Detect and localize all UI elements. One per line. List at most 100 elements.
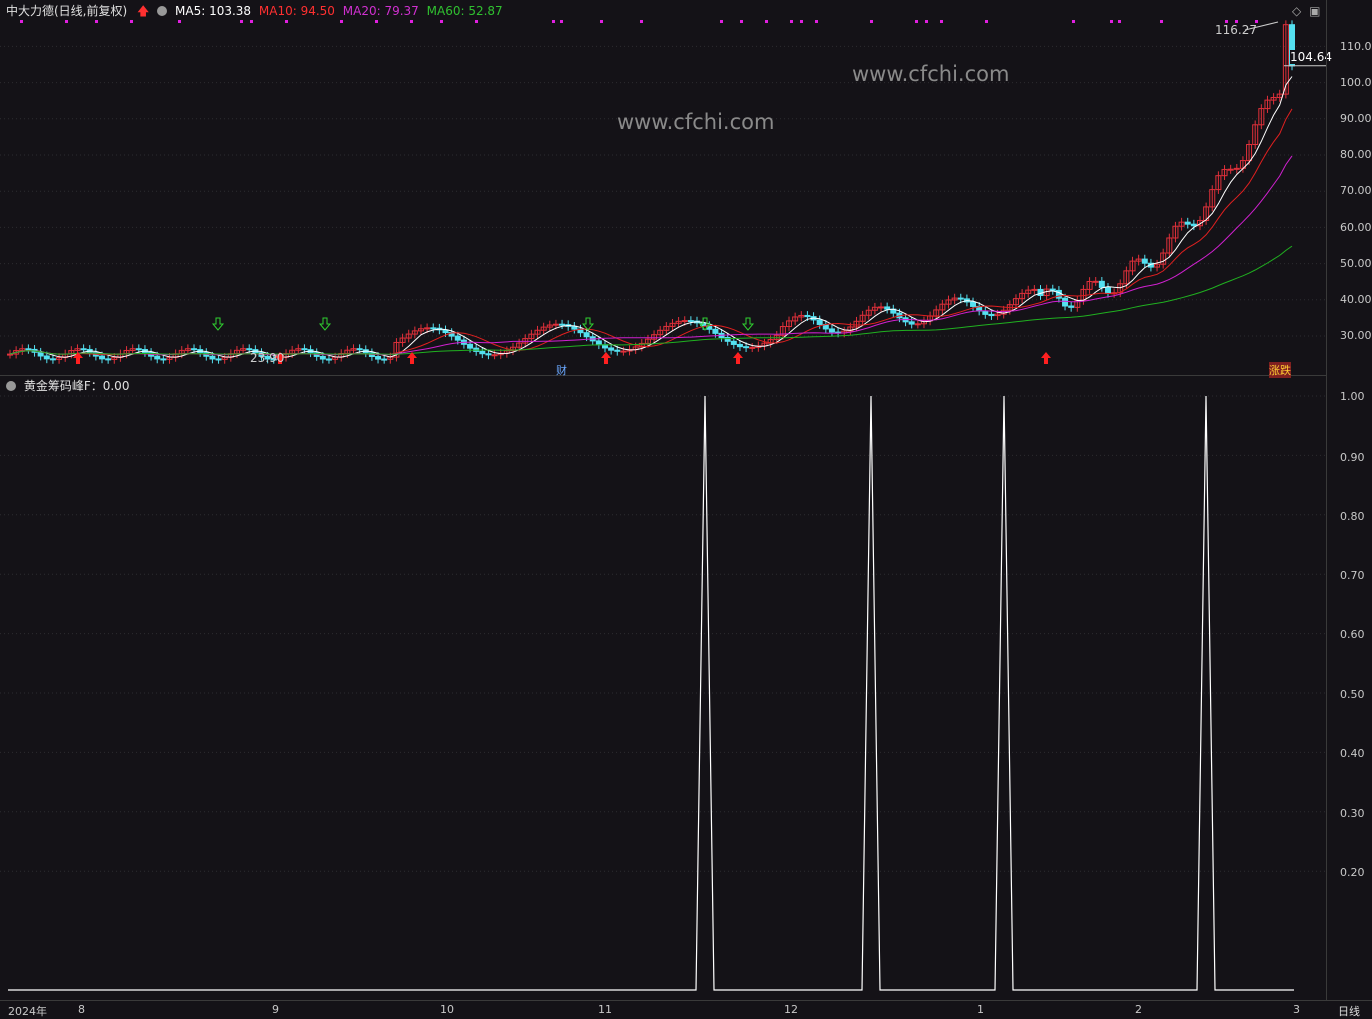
signal-dot	[940, 20, 943, 23]
price-tick: 100.0	[1340, 76, 1372, 89]
price-tick: 30.00	[1340, 329, 1372, 342]
ma60-label: MA60: 52.87	[426, 4, 503, 18]
price-tick: 80.00	[1340, 148, 1372, 161]
ma10-line	[9, 108, 1293, 356]
low-price-label: 23.90	[250, 351, 285, 365]
indicator-tick: 0.70	[1340, 569, 1365, 582]
sell-arrow-icon	[211, 317, 225, 331]
watermark: www.cfchi.com	[617, 110, 775, 134]
signal-dot	[410, 20, 413, 23]
signal-dot	[870, 20, 873, 23]
candle-body	[375, 356, 382, 360]
settings-icon[interactable]	[157, 6, 168, 16]
candle-body	[970, 301, 977, 307]
candle-body	[80, 348, 87, 351]
buy-arrow-icon	[1041, 352, 1051, 364]
candle-body	[884, 306, 891, 310]
candle-body	[209, 355, 216, 360]
candle-body	[608, 347, 615, 351]
candle-body	[485, 353, 492, 356]
top-right-controls: ◇ ▣	[1292, 4, 1320, 18]
indicator-tick: 1.00	[1340, 390, 1365, 403]
candle-body	[424, 327, 431, 330]
indicator-panel[interactable]	[0, 378, 1326, 1000]
signal-dot	[915, 20, 918, 23]
candle-body	[7, 353, 13, 356]
date-tick: 8	[78, 1003, 85, 1016]
indicator-tick: 0.90	[1340, 451, 1365, 464]
signal-dot	[815, 20, 818, 23]
signal-dot	[178, 20, 181, 23]
candle-body	[454, 335, 461, 341]
diamond-icon[interactable]: ◇	[1292, 4, 1301, 18]
candle-body	[687, 320, 694, 323]
candle-body	[43, 355, 50, 360]
indicator-tick: 0.40	[1340, 747, 1365, 760]
price-tick: 60.00	[1340, 221, 1372, 234]
candle-body	[988, 313, 995, 317]
price-chart-panel[interactable]	[0, 0, 1326, 376]
candle-body	[319, 355, 326, 360]
candle-body	[1190, 223, 1197, 227]
candle-body	[712, 328, 719, 334]
settings-icon[interactable]	[6, 381, 16, 391]
candle-body	[430, 327, 437, 330]
candle-body	[1062, 297, 1069, 307]
date-axis[interactable]	[0, 1000, 1372, 1017]
price-tick: 90.00	[1340, 112, 1372, 125]
candle-body	[559, 323, 566, 326]
chart-header: 中大力德(日线,前复权) 🡅 MA5: 103.38 MA10: 94.50 M…	[6, 4, 503, 18]
signal-dot	[600, 20, 603, 23]
ma10-label: MA10: 94.50	[258, 4, 335, 18]
price-tick: 40.00	[1340, 293, 1372, 306]
date-tick: 2	[1135, 1003, 1142, 1016]
candle-body	[614, 349, 621, 352]
stock-title[interactable]: 中大力德(日线,前复权)	[6, 4, 127, 18]
candle-body	[620, 350, 627, 353]
signal-dot	[340, 20, 343, 23]
candle-body	[49, 358, 56, 361]
date-tick: 11	[598, 1003, 612, 1016]
date-tick: 9	[272, 1003, 279, 1016]
candlestick-chart[interactable]	[0, 0, 1326, 376]
candle-body	[957, 297, 964, 300]
signal-dot	[475, 20, 478, 23]
date-tick: 10	[440, 1003, 454, 1016]
candle-body	[583, 332, 590, 338]
candle-body	[1068, 305, 1075, 308]
signal-dot	[95, 20, 98, 23]
candle-body	[1184, 221, 1191, 225]
sell-arrow-icon	[581, 317, 595, 331]
indicator-chart[interactable]	[0, 378, 1326, 1000]
candle-body	[381, 358, 388, 361]
candle-body	[736, 343, 743, 348]
limit-tag: 涨跌	[1269, 362, 1291, 378]
candle-body	[552, 323, 559, 326]
candle-body	[1098, 280, 1105, 288]
signal-dot	[560, 20, 563, 23]
price-tick: 50.00	[1340, 257, 1372, 270]
candle-body	[491, 354, 498, 357]
signal-dot	[1160, 20, 1163, 23]
candle-body	[908, 321, 915, 325]
candle-body	[25, 348, 32, 351]
date-tick: 12	[784, 1003, 798, 1016]
date-tick: 3	[1293, 1003, 1300, 1016]
candle-body	[816, 319, 823, 325]
candle-body	[479, 350, 486, 355]
watermark: www.cfchi.com	[852, 62, 1010, 86]
period-button[interactable]: 日线	[1338, 1003, 1360, 1019]
date-tick: 2024年	[8, 1005, 47, 1018]
candle-body	[99, 355, 106, 360]
indicator-tick: 0.80	[1340, 510, 1365, 523]
window-icon[interactable]: ▣	[1309, 4, 1320, 18]
finance-marker[interactable]: 财	[556, 362, 567, 378]
signal-dot	[552, 20, 555, 23]
signal-dot	[250, 20, 253, 23]
candle-body	[595, 340, 602, 346]
indicator-label: 黄金筹码峰F：0.00	[23, 379, 130, 393]
candle-body	[749, 346, 756, 349]
signal-dot	[65, 20, 68, 23]
candle-body	[1104, 286, 1111, 294]
candle-body	[154, 355, 161, 360]
